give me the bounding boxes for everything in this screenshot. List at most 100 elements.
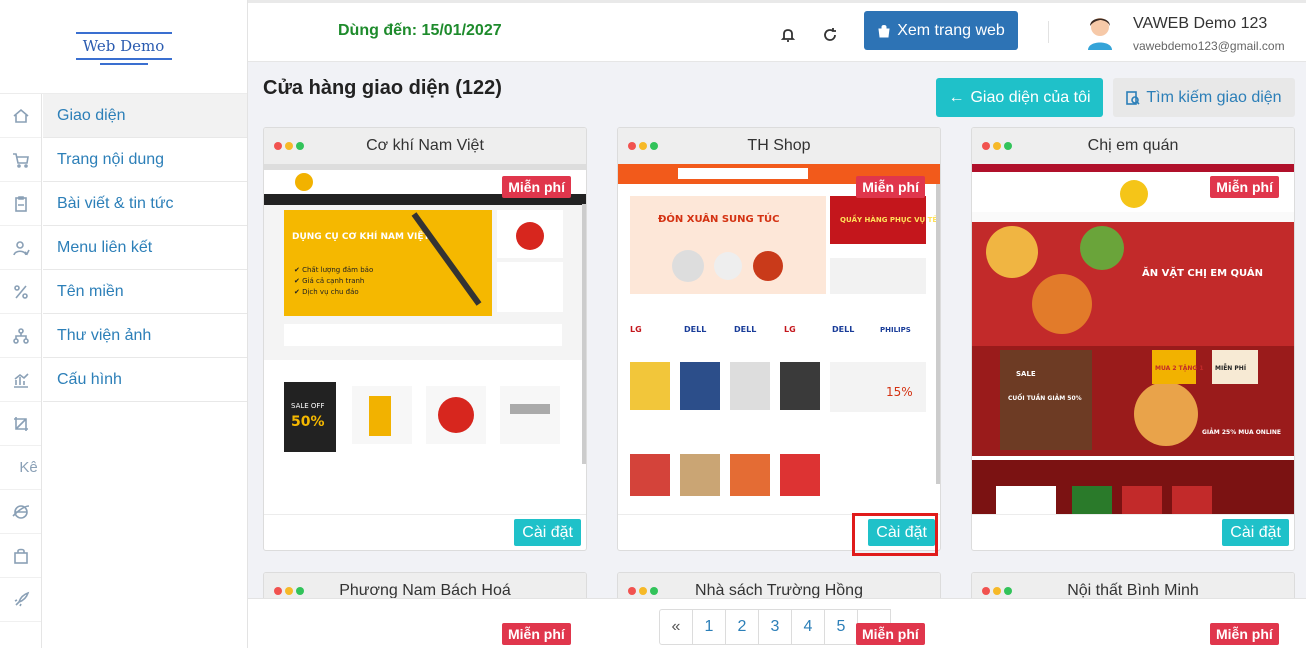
search-doc-icon	[1126, 90, 1140, 105]
sidebar-item-label: Trang nội dung	[57, 150, 165, 168]
window-dots	[628, 142, 658, 150]
store-icon	[878, 24, 890, 37]
page-title: Cửa hàng giao diện (122)	[263, 77, 502, 99]
pagination-page-3[interactable]: 3	[758, 609, 792, 645]
my-themes-button[interactable]: ← Giao diện của tôi	[936, 78, 1103, 117]
user-name[interactable]: VAWEB Demo 123	[1133, 15, 1267, 33]
sidebar-item-thu-vien-anh[interactable]: Thư viện ảnh	[43, 314, 247, 358]
preview-bullet: ✔ Dịch vụ chu đáo	[294, 288, 359, 296]
free-badge: Miễn phí	[1210, 176, 1279, 198]
preview-brand: PHILIPS	[880, 326, 911, 334]
install-button[interactable]: Cài đặt	[514, 519, 581, 546]
preview-bullet: ✔ Chất lượng đảm bảo	[294, 266, 373, 274]
preview-bullet: ✔ Giá cả cạnh tranh	[294, 277, 364, 285]
sidebar-item-ten-mien[interactable]: Tên miền	[43, 270, 247, 314]
sidebar-item-label: Giao diện	[57, 106, 126, 124]
window-dots	[982, 142, 1012, 150]
pagination-page-2[interactable]: 2	[725, 609, 759, 645]
free-badge: Miễn phí	[856, 623, 925, 645]
theme-preview[interactable]: ĐÓN XUÂN SUNG TÚC QUẦY HÀNG PHỤC VỤ TẾT …	[618, 164, 940, 514]
pagination-page-1[interactable]: 1	[692, 609, 726, 645]
preview-sale-pct: 50%	[291, 414, 325, 430]
pagination-prev[interactable]: «	[659, 609, 693, 645]
preview-sale-text: SALE	[1016, 370, 1036, 378]
preview-free-text: MIỄN PHÍ	[1215, 364, 1247, 372]
theme-card[interactable]: Chị em quán ĂN VẶT CHỊ EM QUÁN SALE CUỐI…	[971, 127, 1295, 551]
arrow-left-icon: ←	[948, 88, 965, 106]
theme-preview[interactable]: DỤNG CỤ CƠ KHÍ NAM VIỆT ✔ Chất lượng đảm…	[264, 164, 586, 514]
search-themes-label: Tìm kiếm giao diện	[1146, 88, 1282, 106]
sidebar-item-label: Thư viện ảnh	[57, 326, 152, 344]
pagination-page-4[interactable]: 4	[791, 609, 825, 645]
sitemap-icon[interactable]	[0, 314, 41, 358]
my-themes-label: Giao diện của tôi	[970, 88, 1091, 106]
sidebar-item-giao-dien[interactable]: Giao diện	[43, 94, 247, 138]
preview-sale-text: SALE OFF	[291, 402, 324, 410]
free-badge: Miễn phí	[502, 176, 571, 198]
sidebar-item-label: Menu liên kết	[57, 238, 153, 256]
user-icon[interactable]	[0, 226, 41, 270]
theme-card[interactable]: Cơ khí Nam Việt DỤNG CỤ CƠ KHÍ NAM VIỆT …	[263, 127, 587, 551]
clipboard-icon[interactable]	[0, 182, 41, 226]
bottom-bar: « 1 2 3 4 5 » Miễn phí Miễn phí Miễn phí	[248, 598, 1306, 648]
preview-banner-text: ĂN VẶT CHỊ EM QUÁN	[1142, 265, 1263, 279]
logo[interactable]: Web Demo	[75, 29, 172, 65]
preview-side-text: QUẦY HÀNG PHỤC VỤ TẾT	[840, 214, 940, 224]
cart-icon[interactable]	[0, 138, 41, 182]
theme-preview[interactable]: ĂN VẶT CHỊ EM QUÁN SALE CUỐI TUẦN GIẢM 5…	[972, 164, 1294, 514]
logo-area: Web Demo	[0, 0, 247, 94]
theme-card[interactable]: TH Shop ĐÓN XUÂN SUNG TÚC QUẦY HÀNG PHỤC…	[617, 127, 941, 551]
sidebar-item-menu-lien-ket[interactable]: Menu liên kết	[43, 226, 247, 270]
preview-image-co-khi: DỤNG CỤ CƠ KHÍ NAM VIỆT ✔ Chất lượng đảm…	[264, 164, 586, 514]
sidebar-item-label: Cấu hình	[57, 370, 122, 388]
preview-image-th-shop: ĐÓN XUÂN SUNG TÚC QUẦY HÀNG PHỤC VỤ TẾT …	[618, 164, 940, 514]
sidebar-item-label: Bài viết & tin tức	[57, 194, 174, 212]
bag-icon[interactable]	[0, 534, 41, 578]
preview-brand: DELL	[684, 325, 706, 334]
ke-text: Kê	[19, 459, 38, 476]
search-themes-button[interactable]: Tìm kiếm giao diện	[1113, 78, 1295, 117]
window-dots	[982, 587, 1012, 595]
preview-pct: 15%	[886, 385, 913, 399]
avatar[interactable]	[1084, 12, 1116, 50]
card-title: TH Shop	[747, 137, 811, 154]
pagination-page-5[interactable]: 5	[824, 609, 858, 645]
percent-icon[interactable]	[0, 270, 41, 314]
install-highlight-box	[852, 513, 938, 556]
expiry-date: Dùng đến: 15/01/2027	[338, 22, 502, 39]
view-site-label: Xem trang web	[897, 21, 1005, 39]
preview-image-chi-em-quan: ĂN VẶT CHỊ EM QUÁN SALE CUỐI TUẦN GIẢM 5…	[972, 164, 1294, 514]
refresh-icon[interactable]	[822, 27, 838, 43]
preview-brand: LG	[784, 325, 796, 334]
ie-icon[interactable]	[0, 490, 41, 534]
sidebar-item-bai-viet[interactable]: Bài viết & tin tức	[43, 182, 247, 226]
logo-text: Web Demo	[82, 36, 165, 55]
card-footer: Cài đặt	[264, 514, 586, 550]
card-header: Chị em quán	[972, 128, 1294, 164]
home-icon[interactable]	[0, 94, 41, 138]
chart-icon[interactable]	[0, 358, 41, 402]
sidebar-item-cau-hinh[interactable]: Cấu hình	[43, 358, 247, 402]
preview-brand: DELL	[832, 325, 854, 334]
header-divider	[1048, 21, 1049, 43]
sidebar-item-trang-noi-dung[interactable]: Trang nội dung	[43, 138, 247, 182]
free-badge: Miễn phí	[502, 623, 571, 645]
sidebar-menu: Giao diện Trang nội dung Bài viết & tin …	[43, 94, 247, 402]
card-header: Cơ khí Nam Việt	[264, 128, 586, 164]
preview-brand: LG	[630, 325, 642, 334]
window-dots	[274, 587, 304, 595]
card-header: TH Shop	[618, 128, 940, 164]
ke-label[interactable]: Kê	[0, 446, 41, 490]
rocket-icon[interactable]	[0, 578, 41, 622]
preview-banner-text: ĐÓN XUÂN SUNG TÚC	[658, 212, 780, 225]
install-button[interactable]: Cài đặt	[1222, 519, 1289, 546]
crop-icon[interactable]	[0, 402, 41, 446]
view-site-button[interactable]: Xem trang web	[864, 11, 1018, 50]
bell-icon[interactable]	[780, 27, 796, 43]
card-title: Chị em quán	[1087, 137, 1179, 154]
user-email: vawebdemo123@gmail.com	[1133, 39, 1285, 53]
preview-buy-text: MUA 2 TẶNG 1	[1155, 365, 1204, 372]
sidebar: Web Demo Kê Giao diện Trang nội dung Bài…	[0, 0, 248, 648]
preview-brand: DELL	[734, 325, 756, 334]
preview-banner-text: DỤNG CỤ CƠ KHÍ NAM VIỆT	[292, 230, 431, 242]
